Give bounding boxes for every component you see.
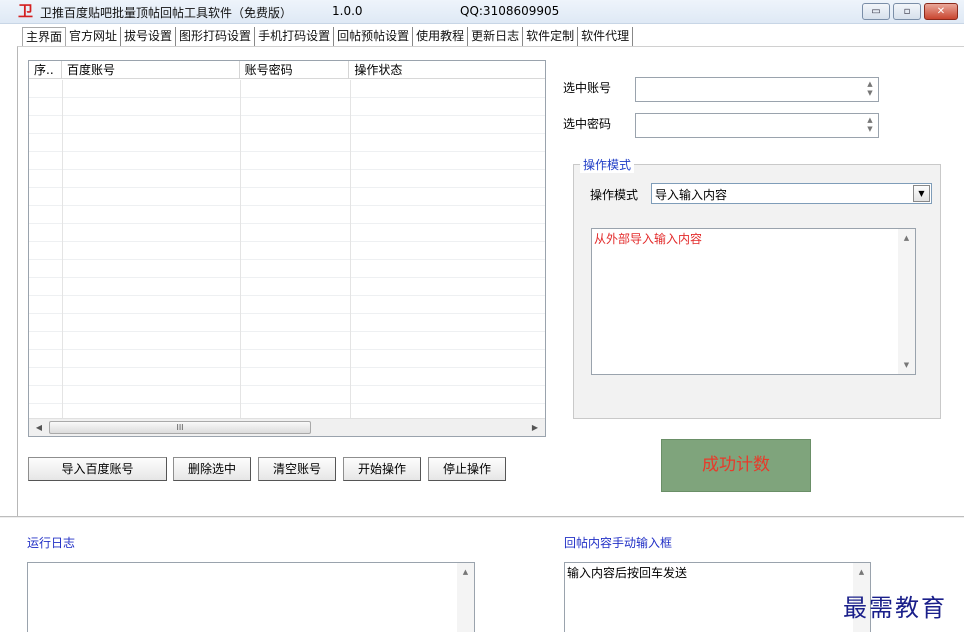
window-qq: QQ:3108609905 xyxy=(460,4,560,18)
tab-main[interactable]: 主界面 xyxy=(22,27,67,47)
section-divider xyxy=(0,516,964,518)
scroll-left-icon[interactable]: ◀ xyxy=(32,421,46,434)
scroll-up-icon[interactable]: ▲ xyxy=(853,565,870,579)
start-operation-button[interactable]: 开始操作 xyxy=(343,457,421,481)
watermark: 最需教育 xyxy=(843,594,947,622)
spin-icon[interactable]: ▲ ▼ xyxy=(864,116,876,135)
scroll-down-icon[interactable]: ▼ xyxy=(898,358,915,372)
operation-mode-group-title: 操作模式 xyxy=(580,156,635,173)
delete-selected-button[interactable]: 删除选中 xyxy=(173,457,251,481)
stop-operation-button[interactable]: 停止操作 xyxy=(428,457,506,481)
clear-accounts-button[interactable]: 清空账号 xyxy=(258,457,336,481)
tab-changelog[interactable]: 更新日志 xyxy=(468,27,524,47)
account-list[interactable]: 序.. 百度账号 账号密码 操作状态 ◀ III ▶ xyxy=(28,60,546,437)
selected-password-input[interactable]: ▲ ▼ xyxy=(635,113,879,138)
title-bar: 卫 卫推百度贴吧批量顶帖回帖工具软件（免费版） 1.0.0 QQ:3108609… xyxy=(0,0,964,24)
run-log-title: 运行日志 xyxy=(27,536,76,550)
tab-custom-software[interactable]: 软件定制 xyxy=(523,27,579,47)
tab-phone-captcha-settings[interactable]: 手机打码设置 xyxy=(255,27,335,47)
operation-mode-value: 导入输入内容 xyxy=(655,188,728,202)
window-version: 1.0.0 xyxy=(332,4,363,18)
reply-input-title: 回帖内容手动输入框 xyxy=(564,536,673,550)
window-controls: ▭ ▫ ✕ xyxy=(859,3,958,20)
chevron-down-icon[interactable]: ▼ xyxy=(913,185,930,202)
spin-icon[interactable]: ▲ ▼ xyxy=(864,80,876,99)
selected-account-label: 选中账号 xyxy=(563,81,612,95)
scroll-thumb[interactable]: III xyxy=(49,421,311,434)
reply-input-content: 输入内容后按回车发送 xyxy=(567,566,688,580)
success-counter: 成功计数 xyxy=(661,439,811,492)
horizontal-scrollbar[interactable]: ◀ III ▶ xyxy=(29,418,545,436)
tab-dial-settings[interactable]: 拔号设置 xyxy=(121,27,177,47)
mode-content-textarea[interactable]: 从外部导入输入内容 ▲ ▼ xyxy=(591,228,916,375)
maximize-button[interactable]: ▫ xyxy=(893,3,921,20)
vertical-scrollbar[interactable]: ▲ ▼ xyxy=(898,229,915,374)
reply-input-textarea[interactable]: 输入内容后按回车发送 ▲ xyxy=(564,562,871,632)
column-baidu-account[interactable]: 百度账号 xyxy=(62,61,240,79)
maximize-icon: ▫ xyxy=(903,6,911,17)
grid-line xyxy=(350,80,351,418)
scroll-up-icon[interactable]: ▲ xyxy=(457,565,474,579)
scroll-right-icon[interactable]: ▶ xyxy=(528,421,542,434)
tab-tutorial[interactable]: 使用教程 xyxy=(413,27,469,47)
selected-password-label: 选中密码 xyxy=(563,117,612,131)
minimize-button[interactable]: ▭ xyxy=(862,3,890,20)
grid-line xyxy=(62,80,63,418)
minimize-icon: ▭ xyxy=(871,6,881,17)
app-logo-icon: 卫 xyxy=(18,2,34,20)
mode-content-hint: 从外部导入输入内容 xyxy=(594,232,703,246)
tab-image-captcha-settings[interactable]: 图形打码设置 xyxy=(176,27,256,47)
column-index[interactable]: 序.. xyxy=(29,61,62,79)
tab-reply-settings[interactable]: 回帖预帖设置 xyxy=(334,27,414,47)
tab-official-site[interactable]: 官方网址 xyxy=(66,27,122,47)
column-operation-status[interactable]: 操作状态 xyxy=(349,61,545,79)
vertical-scrollbar[interactable]: ▲ xyxy=(457,563,474,632)
tab-software-agent[interactable]: 软件代理 xyxy=(578,27,634,47)
account-list-header: 序.. 百度账号 账号密码 操作状态 xyxy=(29,61,545,79)
grid-line xyxy=(240,80,241,418)
operation-mode-label: 操作模式 xyxy=(590,188,639,202)
close-icon: ✕ xyxy=(936,6,946,17)
window-title: 卫推百度贴吧批量顶帖回帖工具软件（免费版） xyxy=(40,6,293,20)
tab-bar: 主界面 官方网址 拔号设置 图形打码设置 手机打码设置 回帖预帖设置 使用教程 … xyxy=(22,27,634,47)
operation-mode-select[interactable]: 导入输入内容 ▼ xyxy=(651,183,932,204)
scroll-up-icon[interactable]: ▲ xyxy=(898,231,915,245)
account-list-rows xyxy=(29,80,545,418)
import-accounts-button[interactable]: 导入百度账号 xyxy=(28,457,167,481)
selected-account-input[interactable]: ▲ ▼ xyxy=(635,77,879,102)
run-log-textarea[interactable]: ▲ xyxy=(27,562,475,632)
close-button[interactable]: ✕ xyxy=(924,3,958,20)
column-account-password[interactable]: 账号密码 xyxy=(240,61,350,79)
